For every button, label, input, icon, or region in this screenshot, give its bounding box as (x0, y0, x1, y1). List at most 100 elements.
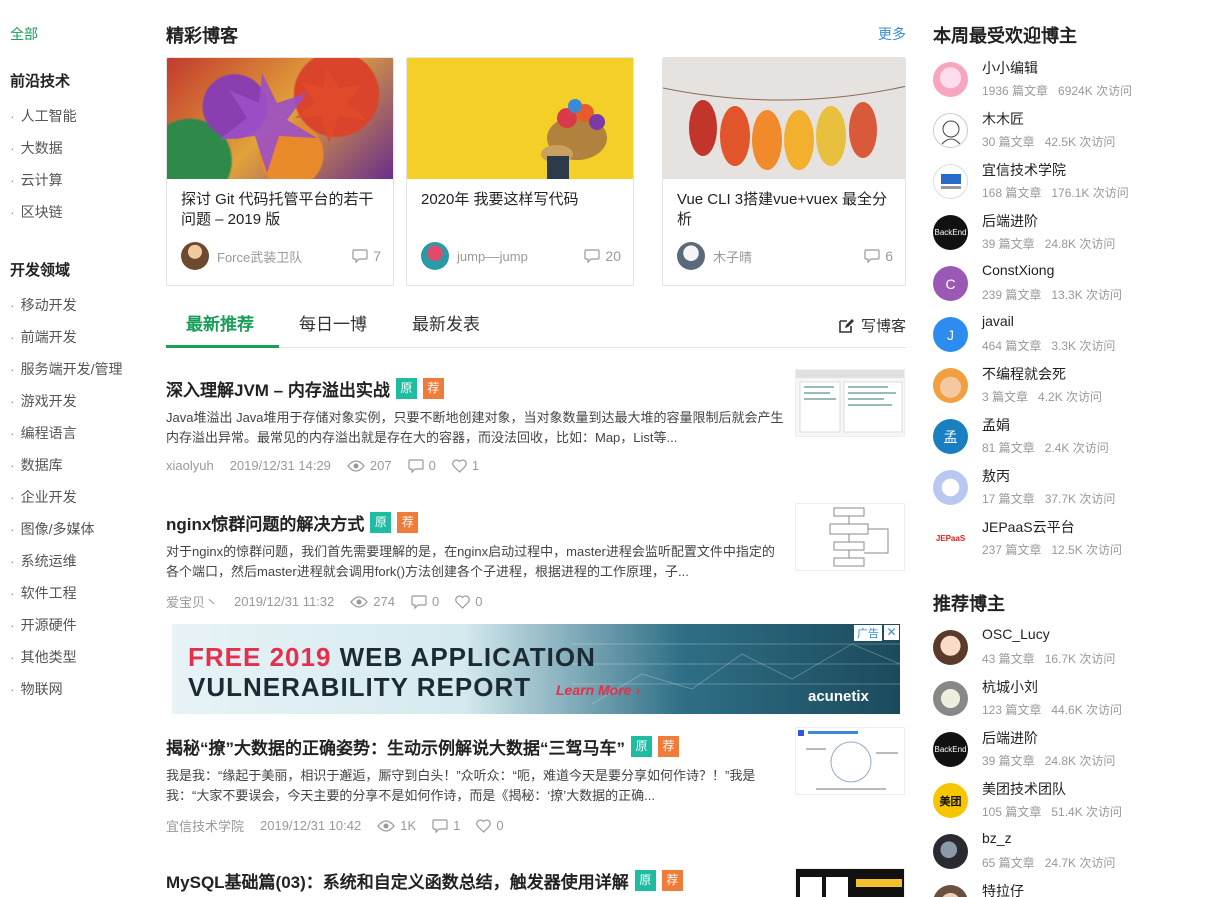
blogger-name[interactable]: 特拉仔 (982, 881, 1024, 897)
article-date: 2019/12/31 10:42 (260, 818, 362, 833)
blogger-name[interactable]: javail (982, 313, 1014, 329)
article-thumbnail[interactable] (795, 727, 905, 795)
heart-icon (452, 458, 467, 473)
blogger-name[interactable]: bz_z (982, 830, 1012, 846)
card-title[interactable]: 2020年 我要这样写代码 (421, 190, 621, 210)
article-meta: 宜信技术学院 2019/12/31 10:42 1K 1 0 (166, 816, 520, 835)
blogger-item[interactable]: C ConstXiong 239 篇文章 13.3K 次访问 (933, 262, 1223, 306)
blogger-stats: 17 篇文章 37.7K 次访问 (982, 492, 1116, 506)
tab-latest-published[interactable]: 最新发表 (412, 310, 480, 335)
article-date: 2019/12/31 11:32 (234, 594, 335, 609)
blogger-item[interactable]: JEPaaS JEPaaS云平台 237 篇文章 12.5K 次访问 (933, 517, 1223, 561)
blogger-item[interactable]: 特拉仔 (933, 881, 1223, 897)
blogger-name[interactable]: 后端进阶 (982, 728, 1038, 748)
article-thumbnail[interactable] (795, 503, 905, 571)
card-author[interactable]: Force武装卫队 (181, 242, 302, 270)
blogger-item[interactable]: 美团 美团技术团队 105 篇文章 51.4K 次访问 (933, 779, 1223, 823)
tab-daily-blog[interactable]: 每日一博 (299, 310, 367, 335)
blogger-item[interactable]: J javail 464 篇文章 3.3K 次访问 (933, 313, 1223, 357)
card-title[interactable]: Vue CLI 3搭建vue+vuex 最全分析 (677, 190, 893, 230)
blogger-name[interactable]: 木木匠 (982, 109, 1024, 129)
blogger-item[interactable]: 不编程就会死 3 篇文章 4.2K 次访问 (933, 364, 1223, 408)
article-likes[interactable]: 0 (476, 818, 504, 833)
blogger-name[interactable]: 美团技术团队 (982, 779, 1066, 799)
card-author[interactable]: jump––jump (421, 242, 528, 270)
article-thumbnail[interactable] (795, 369, 905, 437)
blogger-name[interactable]: OSC_Lucy (982, 626, 1050, 642)
blogger-name[interactable]: ConstXiong (982, 262, 1054, 278)
category-item[interactable]: · 编程语言 (10, 423, 77, 443)
recommended-badge: 荐 (661, 870, 683, 891)
blogger-item[interactable]: 敖丙 17 篇文章 37.7K 次访问 (933, 466, 1223, 510)
category-item[interactable]: · 系统运维 (10, 551, 77, 571)
category-item[interactable]: · 企业开发 (10, 487, 77, 507)
category-item[interactable]: · 服务端开发/管理 (10, 359, 123, 379)
category-group-frontier: 前沿技术 (10, 73, 71, 90)
ad-headline-2: VULNERABILITY REPORT (188, 672, 532, 702)
article-author[interactable]: 宜信技术学院 (166, 816, 244, 835)
blogger-item[interactable]: 小小编辑 1936 篇文章 6924K 次访问 (933, 58, 1223, 102)
article-thumbnail[interactable] (795, 868, 905, 897)
tab-latest-recommended[interactable]: 最新推荐 (186, 310, 254, 335)
blogger-name[interactable]: JEPaaS云平台 (982, 517, 1075, 537)
blogger-item[interactable]: bz_z 65 篇文章 24.7K 次访问 (933, 830, 1223, 874)
comment-icon (352, 249, 368, 263)
article-item[interactable]: MySQL基础篇(03)：系统和自定义函数总结，触发器使用详解原荐 (166, 868, 906, 897)
category-item[interactable]: · 人工智能 (10, 106, 77, 126)
blogger-item[interactable]: 宜信技术学院 168 篇文章 176.1K 次访问 (933, 160, 1223, 204)
ad-learn-more-link[interactable]: Learn More › (556, 682, 640, 698)
ad-banner[interactable]: FREE 2019 WEB APPLICATION VULNERABILITY … (172, 624, 900, 714)
article-item[interactable]: 深入理解JVM – 内存溢出实战原荐 Java堆溢出 Java堆用于存储对象实例… (166, 369, 906, 473)
category-item[interactable]: · 物联网 (10, 679, 63, 699)
category-item[interactable]: · 前端开发 (10, 327, 77, 347)
blogger-name[interactable]: 不编程就会死 (982, 364, 1066, 384)
category-group-dev: 开发领域 (10, 262, 71, 279)
category-item[interactable]: · 移动开发 (10, 295, 77, 315)
featured-card[interactable]: 2020年 我要这样写代码 jump––jump 20 (406, 57, 634, 286)
category-item[interactable]: · 云计算 (10, 170, 63, 190)
blogger-name[interactable]: 小小编辑 (982, 58, 1038, 78)
recommended-badge: 荐 (422, 378, 444, 399)
category-item[interactable]: · 区块链 (10, 202, 63, 222)
article-author[interactable]: 爱宝贝丶 (166, 592, 218, 611)
category-item[interactable]: · 图像/多媒体 (10, 519, 95, 539)
blogger-item[interactable]: 木木匠 30 篇文章 42.5K 次访问 (933, 109, 1223, 153)
featured-card[interactable]: 探讨 Git 代码托管平台的若干问题 – 2019 版 Force武装卫队 7 (166, 57, 394, 286)
article-item[interactable]: nginx惊群问题的解决方式原荐 对于nginx的惊群问题，我们首先需要理解的是… (166, 503, 906, 610)
category-item[interactable]: · 其他类型 (10, 647, 77, 667)
category-item[interactable]: · 软件工程 (10, 583, 77, 603)
ad-close-icon[interactable]: ✕ (884, 625, 899, 640)
avatar (933, 681, 968, 716)
avatar (677, 242, 705, 270)
category-item[interactable]: · 数据库 (10, 455, 63, 475)
blogger-name[interactable]: 杭城小刘 (982, 677, 1038, 697)
article-author[interactable]: xiaolyuh (166, 458, 214, 473)
article-date: 2019/12/31 14:29 (229, 458, 331, 473)
article-likes[interactable]: 0 (455, 594, 482, 609)
article-summary: 对于nginx的惊群问题，我们首先需要理解的是，在nginx启动过程中，mast… (166, 544, 775, 579)
blogger-name[interactable]: 宜信技术学院 (982, 160, 1066, 180)
category-item[interactable]: · 开源硬件 (10, 615, 77, 635)
blogger-item[interactable]: OSC_Lucy 43 篇文章 16.7K 次访问 (933, 626, 1223, 670)
more-link[interactable]: 更多 (878, 24, 906, 44)
edit-icon (839, 318, 854, 333)
blogger-item[interactable]: 杭城小刘 123 篇文章 44.6K 次访问 (933, 677, 1223, 721)
write-blog-button[interactable]: 写博客 (837, 315, 906, 336)
article-likes[interactable]: 1 (452, 458, 479, 473)
blogger-item[interactable]: BackEnd 后端进阶 39 篇文章 24.8K 次访问 (933, 728, 1223, 772)
category-all[interactable]: 全部 (10, 24, 38, 44)
category-item[interactable]: · 游戏开发 (10, 391, 77, 411)
blogger-item[interactable]: BackEnd 后端进阶 39 篇文章 24.8K 次访问 (933, 211, 1223, 255)
article-item[interactable]: 揭秘“撩”大数据的正确姿势：生动示例解说大数据“三驾马车” 原荐 我是我：“缘起于… (166, 727, 906, 834)
featured-card[interactable]: Vue CLI 3搭建vue+vuex 最全分析 木子晴 6 (662, 57, 906, 286)
card-author[interactable]: 木子晴 (677, 242, 752, 270)
blogger-name[interactable]: 孟娟 (982, 415, 1010, 435)
blogger-name[interactable]: 敖丙 (982, 466, 1010, 486)
avatar: BackEnd (933, 215, 968, 250)
avatar (181, 242, 209, 270)
category-item[interactable]: · 大数据 (10, 138, 63, 158)
blogger-item[interactable]: 孟 孟娟 81 篇文章 2.4K 次访问 (933, 415, 1223, 459)
card-title[interactable]: 探讨 Git 代码托管平台的若干问题 – 2019 版 (181, 190, 381, 230)
blogger-name[interactable]: 后端进阶 (982, 211, 1038, 231)
avatar: C (933, 266, 968, 301)
